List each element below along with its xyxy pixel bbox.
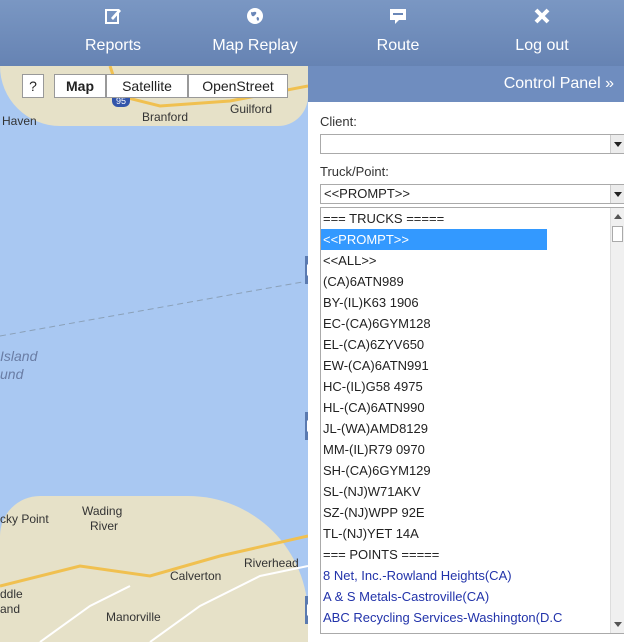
truck-point-select[interactable]: <<PROMPT>> [320, 184, 624, 204]
truck-point-dropdown-list[interactable]: === TRUCKS ===== <<PROMPT>> <<ALL>> (CA)6AT… [320, 207, 624, 634]
nav-log-out[interactable]: Log out [500, 0, 584, 66]
list-item[interactable]: BY-(IL)K63 1906 [321, 292, 611, 313]
nav-log-out-label: Log out [515, 37, 569, 54]
map-type-map[interactable]: Map [54, 74, 106, 98]
list-item[interactable]: <<PROMPT>> [321, 229, 547, 250]
map-place-label: Haven [2, 114, 37, 128]
map-place-label: River [90, 519, 119, 533]
scroll-up-icon[interactable] [614, 214, 622, 219]
list-item[interactable]: (CA)6ATN989 [321, 271, 611, 292]
list-group-header: === POINTS ===== [323, 547, 440, 562]
map-place-label: Branford [142, 110, 189, 124]
list-item[interactable]: MM-(IL)R79 0970 [321, 439, 611, 460]
map-place-label: Riverhead [244, 556, 299, 570]
map-place-label: und [0, 366, 24, 382]
list-item[interactable]: SH-(CA)6GYM129 [321, 460, 611, 481]
client-select[interactable] [320, 134, 624, 154]
list-item[interactable]: JL-(WA)AMD8129 [321, 418, 611, 439]
nav-reports-label: Reports [84, 37, 142, 54]
list-group-header: === TRUCKS ===== [323, 211, 445, 226]
list-item[interactable]: <<ALL>> [321, 250, 611, 271]
edit-icon [105, 9, 121, 24]
list-item[interactable]: 8 Net, Inc.-Rowland Heights(CA) [321, 565, 611, 586]
chevron-down-icon[interactable] [610, 135, 624, 153]
map-place-label: and [0, 602, 21, 616]
nav-map-replay-label: Map Replay [212, 37, 298, 54]
chevron-down-icon[interactable] [610, 185, 624, 203]
list-item[interactable]: HC-(IL)G58 4975 [321, 376, 611, 397]
control-panel-title: Control Panel [503, 75, 601, 92]
list-item[interactable]: A & S Metals-Castroville(CA) [321, 586, 611, 607]
map-place-label: Calverton [170, 569, 222, 583]
map-place-label: Island [0, 348, 38, 364]
globe-icon [247, 8, 263, 24]
list-item[interactable]: EL-(CA)6ZYV650 [321, 334, 611, 355]
truck-point-select-value: <<PROMPT>> [324, 186, 410, 201]
list-scrollbar[interactable] [610, 208, 624, 633]
map-place-label: ddle [0, 587, 23, 601]
list-item[interactable]: HL-(CA)6ATN990 [321, 397, 611, 418]
map-place-label: Manorville [106, 610, 161, 624]
scroll-thumb[interactable] [612, 226, 623, 242]
map-type-openstreet[interactable]: OpenStreet [188, 74, 288, 98]
map-help-button[interactable]: ? [22, 74, 44, 98]
map-view[interactable]: Haven Branford Guilford Island und Wadin… [0, 66, 308, 642]
truck-point-label: Truck/Point: [320, 164, 389, 179]
scroll-down-icon[interactable] [614, 622, 622, 627]
list-item[interactable]: SL-(NJ)W71AKV [321, 481, 611, 502]
nav-reports[interactable]: Reports [68, 0, 158, 66]
list-item[interactable]: ABC Recycling Services-Washington(D.C [321, 607, 611, 628]
map-place-label: Wading [82, 504, 123, 518]
nav-route[interactable]: Route [358, 0, 438, 66]
map-place-label: Guilford [230, 102, 273, 116]
control-panel-header[interactable]: Control Panel » [308, 66, 624, 102]
map-place-label: cky Point [0, 512, 49, 526]
top-nav-bar: Reports Map Replay Route Log out [0, 0, 624, 66]
close-icon [534, 8, 550, 24]
client-label: Client: [320, 114, 357, 129]
map-type-satellite[interactable]: Satellite [106, 74, 188, 98]
list-item[interactable]: SZ-(NJ)WPP 92E [321, 502, 611, 523]
list-item[interactable]: TL-(NJ)YET 14A [321, 523, 611, 544]
nav-map-replay[interactable]: Map Replay [200, 0, 310, 66]
control-panel: Client: Truck/Point: <<PROMPT>> === TRUC… [308, 102, 624, 642]
collapse-icon[interactable]: » [605, 75, 614, 92]
list-item[interactable]: EW-(CA)6ATN991 [321, 355, 611, 376]
nav-route-label: Route [376, 37, 420, 54]
speech-bubble-icon [390, 9, 406, 24]
list-item[interactable]: EC-(CA)6GYM128 [321, 313, 611, 334]
